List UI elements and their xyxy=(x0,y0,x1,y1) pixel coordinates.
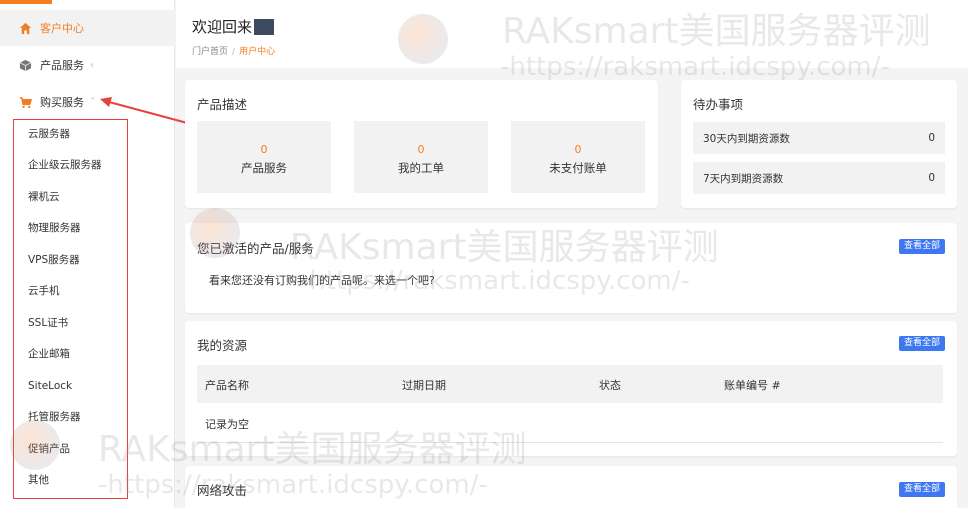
stat-label: 未支付账单 xyxy=(549,161,607,175)
submenu-item-sitelock[interactable]: SiteLock xyxy=(28,376,72,396)
welcome-text: 欢迎回来 xyxy=(192,18,253,36)
view-all-button[interactable]: 查看全部 xyxy=(899,239,945,254)
todo-count: 0 xyxy=(928,172,935,184)
stat-label: 产品服务 xyxy=(241,161,287,175)
chevron-left-icon: ‹ xyxy=(90,59,94,71)
annotation-arrow xyxy=(100,97,192,125)
redacted-username xyxy=(254,18,275,35)
card-title: 我的资源 xyxy=(197,338,248,353)
stat-label: 我的工单 xyxy=(398,161,444,175)
top-accent-stripe xyxy=(0,0,52,4)
table-empty-row: 记录为空 xyxy=(205,418,249,431)
todo-count: 0 xyxy=(928,132,935,144)
submenu-item-ssl[interactable]: SSL证书 xyxy=(28,313,68,333)
card-title: 待办事项 xyxy=(693,97,744,112)
stat-unpaid-bills[interactable]: 0 未支付账单 xyxy=(511,121,645,193)
product-description-card: 产品描述 0 产品服务 0 我的工单 0 未支付账单 xyxy=(185,80,658,208)
submenu-item-physical-server[interactable]: 物理服务器 xyxy=(28,218,81,238)
submenu-item-email[interactable]: 企业邮箱 xyxy=(28,344,70,364)
sidebar-item-label: 客户中心 xyxy=(40,22,84,35)
sidebar-item-product-services[interactable]: 产品服务 ‹ xyxy=(0,47,175,83)
card-title: 产品描述 xyxy=(197,97,248,112)
submenu-item-other[interactable]: 其他 xyxy=(28,470,49,490)
todo-row-30-days[interactable]: 30天内到期资源数 0 xyxy=(693,122,945,154)
submenu-item-cloud-server[interactable]: 云服务器 xyxy=(28,124,70,144)
table-header: 产品名称 过期日期 状态 账单编号 # xyxy=(197,365,943,403)
todo-label: 30天内到期资源数 xyxy=(703,132,790,145)
stat-value: 0 xyxy=(574,143,582,156)
todo-row-7-days[interactable]: 7天内到期资源数 0 xyxy=(693,162,945,194)
todo-label: 7天内到期资源数 xyxy=(703,172,784,185)
divider xyxy=(197,442,943,443)
sidebar-item-label: 购买服务 xyxy=(40,96,84,109)
activated-products-card: 您已激活的产品/服务 查看全部 看来您还没有订购我们的产品呢。来选一个吧? xyxy=(185,223,957,313)
breadcrumb-home[interactable]: 门户首页 xyxy=(192,47,228,57)
submenu-item-cloud-phone[interactable]: 云手机 xyxy=(28,281,60,301)
empty-message: 看来您还没有订购我们的产品呢。来选一个吧? xyxy=(209,274,435,287)
cube-icon xyxy=(18,58,32,72)
breadcrumb-separator: / xyxy=(232,47,236,57)
submenu-item-vps[interactable]: VPS服务器 xyxy=(28,250,80,270)
column-header[interactable]: 过期日期 xyxy=(402,377,446,393)
my-resources-card: 我的资源 查看全部 产品名称 过期日期 状态 账单编号 # 记录为空 xyxy=(185,321,957,456)
stat-my-tickets[interactable]: 0 我的工单 xyxy=(354,121,488,193)
stat-product-services[interactable]: 0 产品服务 xyxy=(197,121,331,193)
view-all-button[interactable]: 查看全部 xyxy=(899,482,945,497)
watermark-logo xyxy=(190,208,240,258)
home-icon xyxy=(18,21,32,35)
page-header: 欢迎回来 门户首页 / 用户中心 xyxy=(176,0,968,68)
breadcrumb-current: 用户中心 xyxy=(239,47,276,57)
network-attack-card: 网络攻击 查看全部 xyxy=(185,466,957,508)
breadcrumb: 门户首页 / 用户中心 xyxy=(192,44,275,57)
column-header[interactable]: 产品名称 xyxy=(205,377,249,393)
stat-value: 0 xyxy=(260,143,268,156)
column-header[interactable]: 状态 xyxy=(599,377,621,393)
watermark-logo xyxy=(10,420,60,470)
page-title: 欢迎回来 xyxy=(192,16,275,37)
column-header[interactable]: 账单编号 # xyxy=(724,377,781,393)
submenu-item-enterprise-cloud[interactable]: 企业级云服务器 xyxy=(28,155,102,175)
stat-value: 0 xyxy=(417,143,425,156)
sidebar-item-customer-center[interactable]: 客户中心 xyxy=(0,10,175,46)
watermark-logo xyxy=(398,14,448,64)
card-title: 网络攻击 xyxy=(197,483,248,498)
submenu-item-bare-metal[interactable]: 裸机云 xyxy=(28,187,60,207)
view-all-button[interactable]: 查看全部 xyxy=(899,336,945,351)
cart-icon xyxy=(18,95,32,109)
sidebar-item-label: 产品服务 xyxy=(40,59,84,72)
todo-card: 待办事项 30天内到期资源数 0 7天内到期资源数 0 xyxy=(681,80,957,208)
